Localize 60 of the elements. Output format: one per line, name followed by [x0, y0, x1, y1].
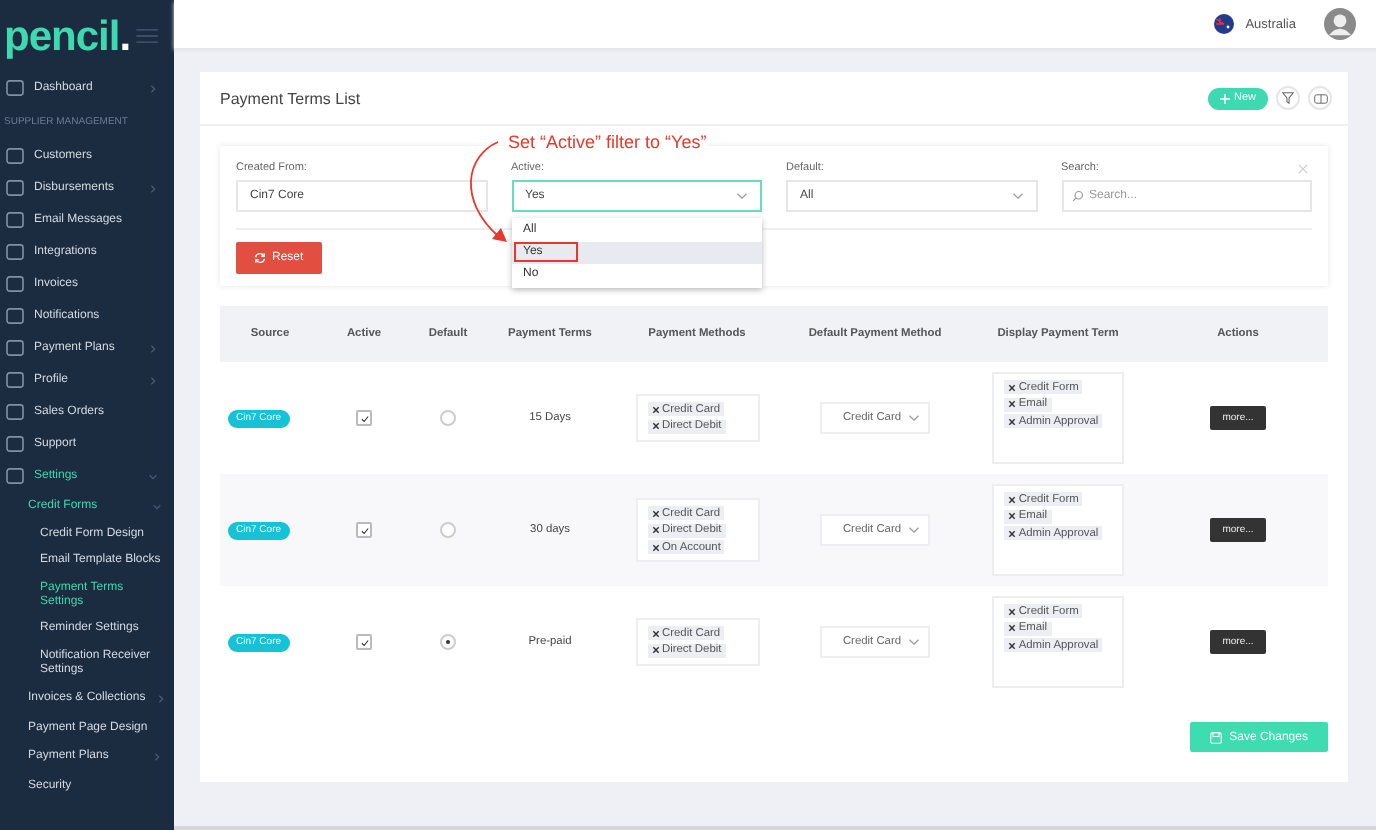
- square-icon: [6, 80, 24, 96]
- remove-icon[interactable]: [651, 526, 659, 534]
- remove-icon[interactable]: [651, 422, 659, 431]
- avatar-icon[interactable]: [1324, 8, 1356, 40]
- square-icon: [6, 468, 24, 484]
- remove-icon[interactable]: [1007, 383, 1016, 391]
- columns-button[interactable]: [1308, 86, 1332, 110]
- remove-icon[interactable]: [651, 543, 659, 551]
- page-title: Payment Terms List: [220, 89, 361, 107]
- remove-icon[interactable]: [651, 405, 659, 414]
- refresh-icon: [254, 252, 266, 264]
- plus-icon: [1219, 93, 1230, 103]
- chevron-icon: [152, 501, 162, 512]
- remove-icon[interactable]: [1007, 417, 1016, 425]
- logo[interactable]: pencil.: [4, 15, 131, 57]
- remove-icon[interactable]: [651, 646, 659, 655]
- checkbox[interactable]: [356, 634, 372, 650]
- checkbox[interactable]: [356, 522, 372, 538]
- radio-button[interactable]: [440, 410, 456, 426]
- remove-icon[interactable]: [651, 629, 659, 638]
- square-icon: [6, 372, 24, 388]
- square-icon: [6, 436, 24, 452]
- chevron-icon: [148, 471, 158, 481]
- square-icon: [6, 276, 24, 292]
- remove-icon[interactable]: [1007, 512, 1016, 520]
- remove-icon[interactable]: [1007, 641, 1016, 649]
- square-icon: [6, 244, 24, 260]
- radio-button[interactable]: [440, 634, 456, 650]
- remove-icon[interactable]: [1007, 400, 1016, 408]
- square-icon: [6, 180, 24, 196]
- chevron-down-icon: [736, 192, 748, 200]
- square-icon: [6, 404, 24, 420]
- columns-icon: [1313, 93, 1327, 103]
- radio-button[interactable]: [440, 522, 456, 538]
- remove-icon[interactable]: [1007, 624, 1016, 632]
- chevron-icon: [148, 83, 158, 93]
- chevron-icon: [148, 343, 158, 353]
- square-icon: [6, 212, 24, 228]
- chevron-icon: [152, 751, 162, 762]
- remove-icon[interactable]: [1007, 495, 1016, 503]
- remove-icon[interactable]: [651, 509, 659, 517]
- chevron-down-icon: [907, 526, 920, 534]
- remove-icon[interactable]: [1007, 607, 1016, 615]
- chevron-down-icon: [907, 414, 920, 422]
- chevron-icon: [148, 375, 158, 385]
- square-icon: [6, 148, 24, 164]
- square-icon: [6, 308, 24, 324]
- filter-button[interactable]: [1276, 86, 1300, 110]
- annotation-text: Set “Active” filter to “Yes”: [506, 132, 709, 152]
- square-icon: [6, 340, 24, 356]
- filter-icon: [1282, 92, 1294, 104]
- save-icon: [1209, 731, 1222, 743]
- remove-icon[interactable]: [1007, 529, 1016, 537]
- chevron-down-icon: [907, 638, 920, 646]
- chevron-down-icon: [1011, 192, 1023, 200]
- chevron-icon: [155, 693, 166, 704]
- search-icon: [1071, 190, 1083, 202]
- flag-icon: [1213, 14, 1234, 34]
- chevron-icon: [148, 183, 158, 193]
- checkbox[interactable]: [356, 410, 372, 426]
